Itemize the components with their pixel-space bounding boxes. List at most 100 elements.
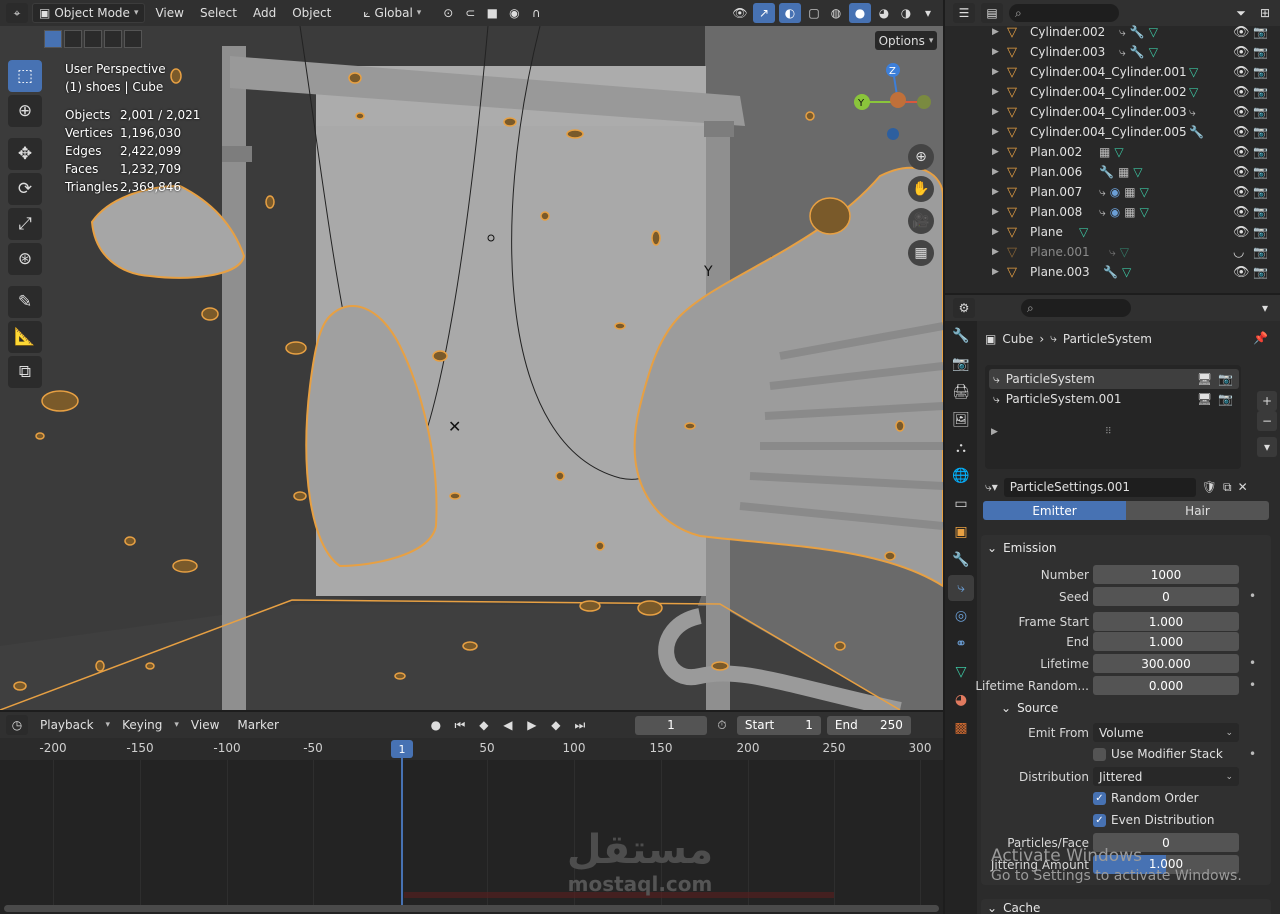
navigation-gizmo[interactable]: Z Y — [836, 56, 940, 146]
camera-icon[interactable]: 📷 — [1218, 372, 1233, 386]
data-tab-icon[interactable]: ▽ — [948, 659, 974, 685]
camera-icon[interactable]: 📷 — [1253, 105, 1268, 119]
modifier-tab-icon[interactable]: 🔧 — [948, 547, 974, 573]
expand-arrow-icon[interactable]: ▶ — [992, 267, 999, 277]
gizmo-toggle-icon[interactable]: ↗ — [753, 3, 775, 23]
eye-icon[interactable]: 👁 — [1233, 225, 1250, 240]
properties-editor[interactable]: ⚙ ⌕ ▾ 🔧 📷 🖨 🖼 ⛬ 🌐 ▭ ▣ 🔧 ⤷ ◎ ⚭ ▽ ◕ ▩ ▣ Cu… — [945, 295, 1280, 914]
jittering-slider[interactable]: 1.000 — [1093, 855, 1239, 874]
expand-arrow-icon[interactable]: ▶ — [992, 167, 999, 177]
particles-tab-icon[interactable]: ⤷ — [948, 575, 974, 601]
proportional-edit-icon[interactable]: ◉ — [505, 4, 523, 22]
orientation-dropdown[interactable]: ⟀ Global ▾ — [357, 3, 427, 23]
filter-icon[interactable]: ⏷ — [1232, 4, 1250, 22]
random-order-checkbox[interactable]: ✓ Random Order — [1093, 791, 1199, 805]
jump-end-icon[interactable]: ⏭ — [571, 716, 589, 734]
expand-arrow-icon[interactable]: ▶ — [992, 27, 999, 37]
lifetime-field[interactable]: 300.000 — [1093, 654, 1239, 673]
camera-icon[interactable]: 📷 — [1253, 65, 1268, 79]
xray-icon[interactable]: ▢ — [805, 4, 823, 22]
3d-viewport[interactable]: ⌖ ▣ Object Mode ▾ View Select Add Object… — [0, 0, 943, 710]
overlay-toggle-icon[interactable]: ◐ — [779, 3, 801, 23]
outliner-row[interactable]: ▶ ▽ Cylinder.003 ⤷ 🔧 ▽ 👁 📷 — [945, 42, 1275, 62]
move-icon[interactable]: ✥ — [8, 138, 42, 170]
camera-icon[interactable]: 📷 — [1253, 245, 1268, 259]
camera-view-icon[interactable]: 🎥 — [908, 208, 934, 234]
scale-icon[interactable]: ⤢ — [8, 208, 42, 240]
options-dropdown[interactable]: Options ▾ — [875, 31, 937, 50]
select-intersect-icon[interactable] — [124, 30, 142, 48]
eye-icon[interactable]: 👁 — [1233, 185, 1250, 200]
eye-icon[interactable]: 👁 — [1233, 45, 1250, 60]
zoom-icon[interactable]: ⊕ — [908, 144, 934, 170]
falloff-icon[interactable]: ∩ — [527, 4, 545, 22]
mode-dropdown[interactable]: ▣ Object Mode ▾ — [32, 3, 146, 23]
distribution-dropdown[interactable]: Jittered ⌄ — [1093, 767, 1239, 786]
camera-icon[interactable]: 📷 — [1253, 145, 1268, 159]
constraints-tab-icon[interactable]: ⚭ — [948, 631, 974, 657]
list-item[interactable]: ⤷ ParticleSystem.001 🖥 📷 — [989, 389, 1239, 409]
measure-icon[interactable]: 📐 — [8, 321, 42, 353]
outliner-row[interactable]: ▶ ▽ Plan.002 ▦ ▽ 👁 📷 — [945, 142, 1275, 162]
keyframe-dot-icon[interactable]: • — [1249, 747, 1256, 761]
resize-grip-icon[interactable]: ⠿ — [1105, 427, 1112, 437]
scene-tab-icon[interactable]: ⛬ — [948, 435, 974, 461]
shading-options-icon[interactable]: ▾ — [919, 4, 937, 22]
eye-icon[interactable]: 👁 — [1233, 25, 1250, 40]
lifetime-random-field[interactable]: 0.000 — [1093, 676, 1239, 695]
menu-add[interactable]: Add — [247, 6, 282, 20]
menu-view[interactable]: View — [185, 718, 225, 732]
outliner-row[interactable]: ▶ ▽ Plane ▽ 👁 📷 — [945, 222, 1275, 242]
slot-menu-button[interactable]: ▾ — [1257, 437, 1277, 457]
menu-marker[interactable]: Marker — [231, 718, 284, 732]
view-layer-tab-icon[interactable]: 🖼 — [948, 407, 974, 433]
outliner-row[interactable]: ▶ ▽ Cylinder.004_Cylinder.005 🔧 👁 📷 — [945, 122, 1275, 142]
source-header[interactable]: ⌄ Source — [1001, 701, 1058, 715]
display-mode-icon[interactable]: ▤ — [981, 3, 1003, 23]
next-key-icon[interactable]: ◆ — [547, 716, 565, 734]
camera-icon[interactable]: 📷 — [1253, 225, 1268, 239]
expand-arrow-icon[interactable]: ▶ — [992, 67, 999, 77]
menu-playback[interactable]: Playback — [34, 718, 100, 732]
eye-icon[interactable]: 👁 — [1233, 85, 1250, 100]
fake-user-icon[interactable]: 🛡 — [1202, 480, 1217, 494]
start-frame-field[interactable]: Start 1 — [736, 715, 821, 735]
chevron-down-icon[interactable]: ▾ — [1256, 299, 1274, 317]
material-shading-icon[interactable]: ◕ — [875, 4, 893, 22]
keyframe-dot-icon[interactable]: • — [1249, 589, 1256, 603]
editor-type-icon[interactable]: ⌖ — [6, 3, 28, 23]
even-distribution-checkbox[interactable]: ✓ Even Distribution — [1093, 813, 1215, 827]
outliner-row[interactable]: ▶ ▽ Cylinder.002 ⤷ 🔧 ▽ 👁 📷 — [945, 22, 1275, 42]
select-new-icon[interactable] — [44, 30, 62, 48]
seed-field[interactable]: 0 — [1093, 587, 1239, 606]
select-extend-icon[interactable] — [64, 30, 82, 48]
expand-arrow-icon[interactable]: ▶ — [992, 247, 999, 257]
emit-from-dropdown[interactable]: Volume ⌄ — [1093, 723, 1239, 742]
unlink-icon[interactable]: ✕ — [1238, 480, 1248, 494]
hair-button[interactable]: Hair — [1126, 501, 1269, 520]
number-field[interactable]: 1000 — [1093, 565, 1239, 584]
physics-tab-icon[interactable]: ◎ — [948, 603, 974, 629]
outliner-search-input[interactable]: ⌕ — [1009, 4, 1119, 22]
outliner-row[interactable]: ▶ ▽ Cylinder.004_Cylinder.003 ⤷ 👁 📷 — [945, 102, 1275, 122]
outliner-row[interactable]: ▶ ▽ Plan.007 ⤷ ◉ ▦ ▽ 👁 📷 — [945, 182, 1275, 202]
eye-icon[interactable]: 👁 — [1233, 125, 1250, 140]
expand-arrow-icon[interactable]: ▶ — [992, 147, 999, 157]
outliner-row[interactable]: ▶ ▽ Plane.001 ⤷ ▽ ◡ 📷 — [945, 242, 1275, 262]
camera-icon[interactable]: 📷 — [1253, 45, 1268, 59]
timeline-editor[interactable]: ◷ Playback ▾ Keying ▾ View Marker ● ⏮ ◆ ◀ … — [0, 712, 943, 914]
camera-icon[interactable]: 📷 — [1253, 205, 1268, 219]
monitor-icon[interactable]: 🖥 — [1197, 392, 1212, 406]
remove-slot-button[interactable]: − — [1257, 411, 1277, 431]
camera-icon[interactable]: 📷 — [1253, 25, 1268, 39]
add-slot-button[interactable]: + — [1257, 391, 1277, 411]
transform-icon[interactable]: ⊛ — [8, 243, 42, 275]
play-icon[interactable]: ▶ — [523, 716, 541, 734]
menu-select[interactable]: Select — [194, 6, 243, 20]
annotate-icon[interactable]: ✎ — [8, 286, 42, 318]
ortho-grid-icon[interactable]: ▦ — [908, 240, 934, 266]
select-invert-icon[interactable] — [104, 30, 122, 48]
outliner[interactable]: ☰ ▤ ⌕ ⏷ ⊞ ▶ ▽ Cylinder.002 ⤷ 🔧 ▽ 👁 📷 ▶ ▽ Cylinder… — [945, 0, 1280, 293]
keyframe-dot-icon[interactable]: • — [1249, 678, 1256, 692]
snap-icon[interactable]: ⊂ — [461, 4, 479, 22]
